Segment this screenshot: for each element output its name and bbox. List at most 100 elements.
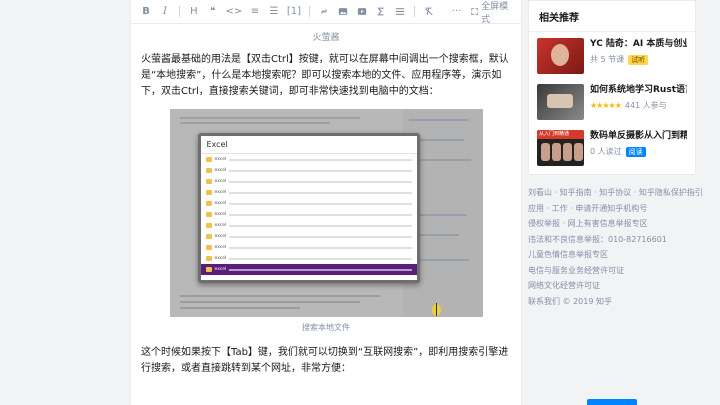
footer-line[interactable]: 电信与服务业务经营许可证 bbox=[528, 263, 696, 279]
folder-icon bbox=[205, 223, 212, 228]
search-result-row[interactable]: excel bbox=[201, 209, 417, 220]
footer-line[interactable]: 应用 · 工作 · 申请开通知乎机构号 bbox=[528, 201, 696, 217]
search-result-name: excel bbox=[214, 168, 227, 173]
footer-line[interactable]: 儿童色情信息举报专区 bbox=[528, 247, 696, 263]
footer-line: 违法和不良信息举报：010-82716601 bbox=[528, 234, 667, 244]
search-query: Excel bbox=[200, 136, 417, 154]
search-result-name: excel bbox=[214, 179, 227, 184]
folder-icon bbox=[205, 179, 212, 184]
toolbar-divider bbox=[308, 6, 310, 17]
footer-line[interactable]: 联系我们 © 2019 知乎 bbox=[528, 294, 696, 310]
footer-line[interactable]: 刘看山 · 知乎指南 · 知乎协议 · 知乎隐私保护指引 bbox=[528, 185, 703, 201]
search-result-path bbox=[229, 169, 412, 172]
link-icon[interactable] bbox=[319, 5, 329, 19]
search-result-name: excel bbox=[214, 201, 227, 206]
article-image[interactable]: Excel excel excel excel excel excel excel exce… bbox=[169, 109, 483, 317]
search-result-path bbox=[229, 158, 412, 161]
recommend-item[interactable]: 从入门到精通 数码单反摄影从入门到精通 0 人读过 阅读 bbox=[529, 124, 695, 174]
trial-badge[interactable]: 试听 bbox=[628, 54, 649, 65]
formula-icon[interactable] bbox=[376, 5, 386, 19]
search-results: excel excel excel excel excel excel excel excel… bbox=[200, 154, 417, 275]
publish-button[interactable] bbox=[587, 399, 637, 405]
folder-icon bbox=[205, 267, 212, 272]
heading-button[interactable]: H bbox=[189, 5, 199, 19]
recommend-title: 相关推荐 bbox=[529, 1, 695, 32]
quote-button[interactable]: ❝ bbox=[208, 5, 218, 19]
bold-button[interactable]: B bbox=[141, 5, 151, 19]
search-result-path bbox=[229, 180, 412, 183]
footer-line[interactable]: 侵权举报 · 网上有害信息举报专区 bbox=[528, 216, 696, 232]
folder-icon bbox=[205, 256, 212, 261]
search-result-row[interactable]: excel bbox=[200, 264, 417, 275]
site-footer: 刘看山 · 知乎指南 · 知乎协议 · 知乎隐私保护指引 应用 · 工作 · 申… bbox=[528, 175, 703, 310]
article-editor: B I H ❝ <> ≡ ☰ [1] ··· 全屏模式 火萤酱 火萤酱最基础的用… bbox=[130, 0, 637, 405]
search-result-name: excel bbox=[214, 267, 227, 272]
recommend-item-meta: 441 人参与 bbox=[624, 101, 667, 110]
italic-button[interactable]: I bbox=[160, 5, 170, 19]
search-result-path bbox=[229, 191, 412, 194]
search-popup: Excel excel excel excel excel excel excel exce… bbox=[197, 133, 420, 283]
search-result-path bbox=[229, 246, 412, 249]
search-result-name: excel bbox=[214, 190, 227, 195]
recommend-item-title: 数码单反摄影从入门到精通 bbox=[590, 131, 687, 141]
fullscreen-label: 全屏模式 bbox=[481, 1, 509, 25]
toolbar-divider bbox=[413, 6, 415, 17]
divider-insert-icon[interactable] bbox=[395, 5, 405, 19]
folder-icon bbox=[205, 234, 212, 239]
read-badge[interactable]: 阅读 bbox=[625, 146, 646, 157]
footer-line[interactable]: 网络文化经营许可证 bbox=[528, 278, 696, 294]
recommend-item-title: 如何系统地学习Rust语言? bbox=[590, 85, 687, 95]
search-result-row[interactable]: excel bbox=[201, 231, 417, 242]
folder-icon bbox=[205, 212, 212, 217]
reference-button[interactable]: [1] bbox=[287, 5, 301, 19]
search-result-name: excel bbox=[214, 212, 227, 217]
expand-icon bbox=[470, 8, 478, 15]
search-result-path bbox=[229, 224, 412, 227]
search-result-name: excel bbox=[214, 157, 227, 162]
sidebar: 相关推荐 YC 陆奇：AI 本质与创业创 共 5 节课 试听 如何系统地学习Ru… bbox=[528, 0, 703, 310]
image-caption: 搜索本地文件 bbox=[302, 323, 350, 332]
search-result-name: excel bbox=[214, 245, 227, 250]
recommend-item[interactable]: YC 陆奇：AI 本质与创业创 共 5 节课 试听 bbox=[529, 32, 695, 78]
image-caption-top: 火萤酱 bbox=[312, 33, 340, 43]
recommend-card: 相关推荐 YC 陆奇：AI 本质与创业创 共 5 节课 试听 如何系统地学习Ru… bbox=[528, 0, 696, 175]
search-result-name: excel bbox=[214, 234, 227, 239]
search-result-row[interactable]: excel bbox=[201, 253, 417, 264]
recommend-item-title: YC 陆奇：AI 本质与创业创 bbox=[590, 39, 687, 49]
search-result-row[interactable]: excel bbox=[201, 220, 417, 231]
book-thumbnail: 从入门到精通 bbox=[537, 130, 584, 166]
folder-icon bbox=[205, 168, 212, 173]
search-result-path bbox=[229, 268, 412, 271]
clear-format-icon[interactable] bbox=[424, 5, 434, 19]
video-icon[interactable] bbox=[357, 5, 367, 19]
search-result-path bbox=[229, 257, 412, 260]
recommend-item[interactable]: 如何系统地学习Rust语言? ★★★★★ 441 人参与 bbox=[529, 78, 695, 124]
ordered-list-button[interactable]: ≡ bbox=[250, 5, 260, 19]
search-result-row[interactable]: excel bbox=[201, 242, 417, 253]
search-result-row[interactable]: excel bbox=[201, 187, 417, 198]
search-result-row[interactable]: excel bbox=[201, 198, 417, 209]
text-cursor-icon bbox=[436, 303, 437, 316]
fullscreen-button[interactable]: 全屏模式 bbox=[470, 0, 511, 25]
search-result-row[interactable]: excel bbox=[201, 154, 417, 165]
folder-icon bbox=[205, 190, 212, 195]
image-icon[interactable] bbox=[338, 5, 348, 19]
search-result-name: excel bbox=[214, 223, 227, 228]
article-paragraph[interactable]: 这个时候如果按下【Tab】键，我们就可以切换到“互联网搜索”，即利用搜索引擎进行… bbox=[131, 345, 521, 377]
more-button[interactable]: ··· bbox=[452, 5, 462, 19]
code-button[interactable]: <> bbox=[226, 5, 243, 19]
folder-icon bbox=[205, 157, 212, 162]
editor-toolbar: B I H ❝ <> ≡ ☰ [1] ··· 全屏模式 bbox=[131, 0, 521, 25]
toolbar-divider bbox=[179, 6, 180, 17]
search-result-path bbox=[229, 213, 412, 216]
question-thumbnail bbox=[537, 84, 584, 120]
unordered-list-button[interactable]: ☰ bbox=[269, 5, 279, 19]
book-thumbnail-label: 从入门到精通 bbox=[537, 130, 584, 139]
search-result-row[interactable]: excel bbox=[201, 176, 417, 187]
rating-stars-icon: ★★★★★ bbox=[590, 101, 622, 110]
search-result-row[interactable]: excel bbox=[201, 165, 417, 176]
article-paragraph[interactable]: 火萤酱最基础的用法是【双击Ctrl】按键，就可以在屏幕中间调出一个搜索框，默认是… bbox=[131, 52, 521, 100]
recommend-item-meta: 共 5 节课 bbox=[590, 55, 625, 64]
search-result-name: excel bbox=[214, 256, 227, 261]
course-thumbnail bbox=[537, 38, 584, 74]
